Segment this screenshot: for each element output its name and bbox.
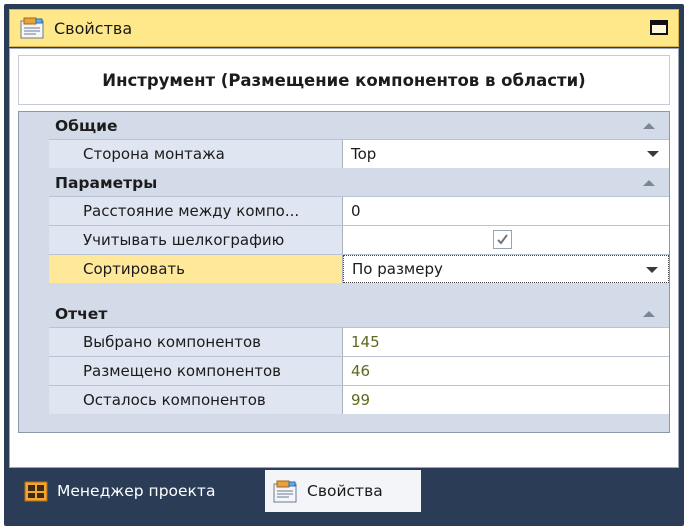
- properties-window: Свойства Инструмент (Размещение компонен…: [4, 4, 684, 526]
- mount-side-dropdown[interactable]: Top: [343, 140, 669, 168]
- property-grid: Общие Сторона монтажа Top Параметры Расс…: [18, 111, 670, 433]
- collapse-icon[interactable]: [643, 311, 655, 317]
- category-label: Общие: [55, 116, 118, 135]
- bottom-tab-bar: Менеджер проекта Свойства: [9, 470, 679, 514]
- window-title: Свойства: [54, 18, 133, 38]
- category-general[interactable]: Общие: [19, 112, 669, 139]
- sort-dropdown[interactable]: По размеру: [343, 255, 669, 283]
- property-row-mount-side[interactable]: Сторона монтажа Top: [49, 139, 669, 168]
- property-name: Сторона монтажа: [49, 140, 343, 168]
- project-manager-icon: [23, 479, 49, 503]
- property-value: 99: [351, 391, 371, 409]
- property-row-silkscreen[interactable]: Учитывать шелкографию: [49, 225, 669, 254]
- category-label: Отчет: [55, 304, 108, 323]
- property-value: По размеру: [352, 260, 443, 278]
- property-row-spacing[interactable]: Расстояние между компо... 0: [49, 196, 669, 225]
- title-bar[interactable]: Свойства: [9, 9, 679, 47]
- property-name: Сортировать: [49, 255, 343, 283]
- property-name: Размещено компонентов: [49, 357, 343, 385]
- tab-project-manager[interactable]: Менеджер проекта: [23, 470, 261, 512]
- selected-count-value: 145: [343, 328, 669, 356]
- tab-label: Свойства: [307, 482, 383, 500]
- property-name: Осталось компонентов: [49, 386, 343, 414]
- property-name: Учитывать шелкографию: [49, 226, 343, 254]
- placed-count-value: 46: [343, 357, 669, 385]
- property-value: 0: [351, 202, 361, 220]
- property-value: 46: [351, 362, 371, 380]
- properties-icon: [273, 479, 299, 503]
- category-label: Параметры: [55, 173, 158, 192]
- property-row-placed-count[interactable]: Размещено компонентов 46: [49, 356, 669, 385]
- category-parameters[interactable]: Параметры: [19, 169, 669, 196]
- collapse-icon[interactable]: [643, 123, 655, 129]
- tab-properties[interactable]: Свойства: [265, 470, 421, 512]
- property-value: Top: [351, 145, 377, 163]
- property-row-selected-count[interactable]: Выбрано компонентов 145: [49, 327, 669, 356]
- collapse-icon[interactable]: [643, 180, 655, 186]
- tab-label: Менеджер проекта: [57, 482, 216, 500]
- chevron-down-icon[interactable]: [646, 267, 658, 273]
- property-row-remaining-count[interactable]: Осталось компонентов 99: [49, 385, 669, 414]
- check-icon: [497, 234, 508, 245]
- properties-icon: [20, 17, 46, 39]
- property-row-sort[interactable]: Сортировать По размеру: [49, 254, 669, 283]
- maximize-button[interactable]: [650, 20, 668, 35]
- property-name: Выбрано компонентов: [49, 328, 343, 356]
- property-name: Расстояние между компо...: [49, 197, 343, 225]
- silkscreen-value[interactable]: [343, 226, 669, 254]
- chevron-down-icon[interactable]: [647, 151, 659, 157]
- spacing-input[interactable]: 0: [343, 197, 669, 225]
- property-value: 145: [351, 333, 380, 351]
- silkscreen-checkbox[interactable]: [493, 230, 512, 249]
- properties-panel: Инструмент (Размещение компонентов в обл…: [9, 48, 679, 468]
- tool-heading: Инструмент (Размещение компонентов в обл…: [18, 55, 670, 105]
- remaining-count-value: 99: [343, 386, 669, 414]
- category-report[interactable]: Отчет: [19, 300, 669, 327]
